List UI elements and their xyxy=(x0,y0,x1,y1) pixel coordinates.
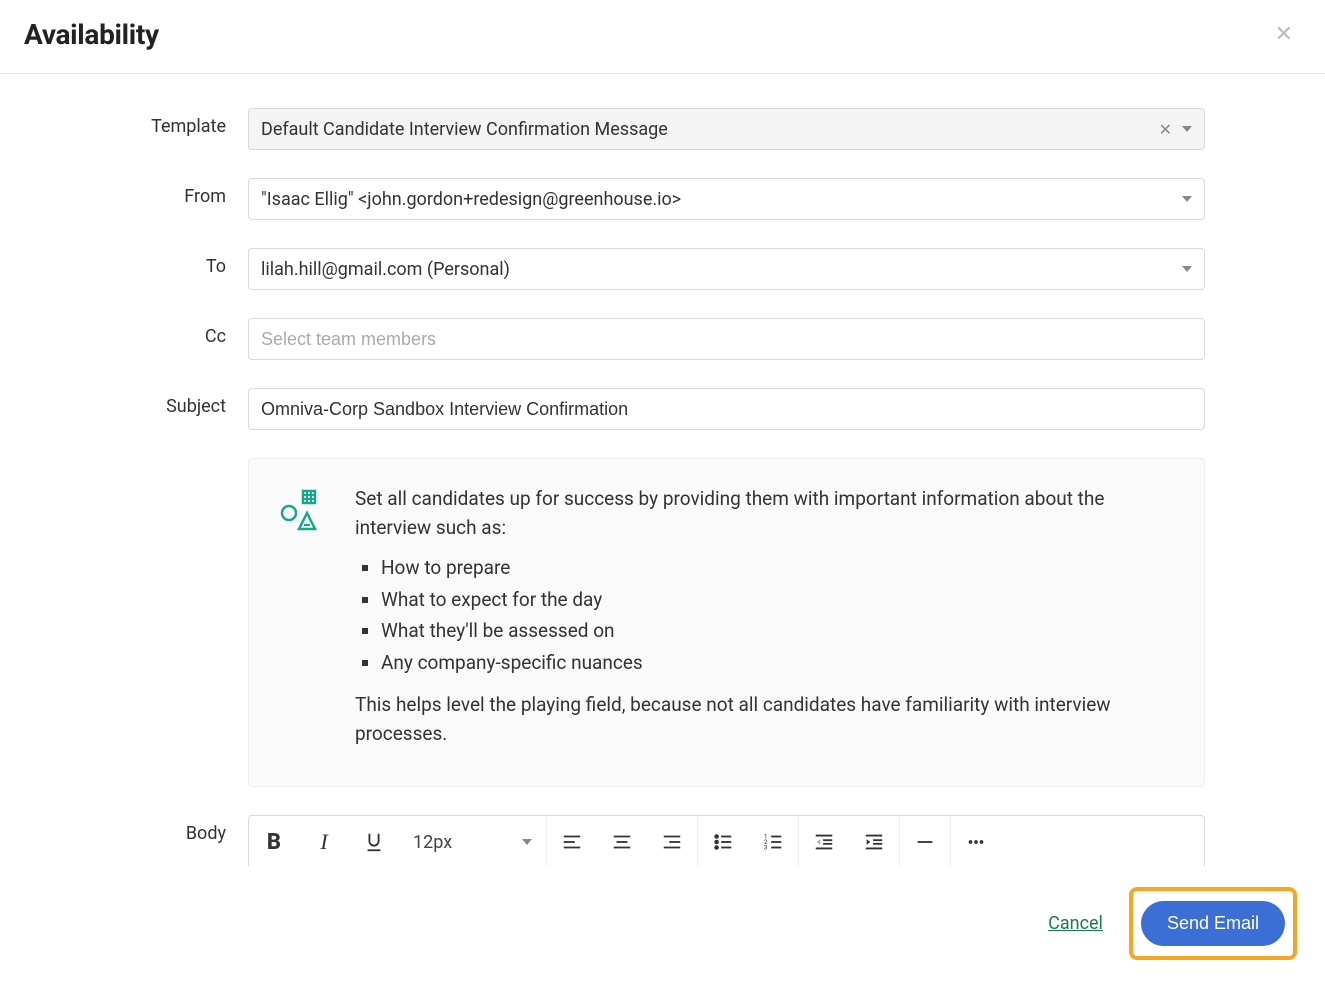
more-options-button[interactable] xyxy=(951,816,1001,866)
send-email-button[interactable]: Send Email xyxy=(1141,901,1285,946)
body-row: Body B I 12px xyxy=(120,815,1205,866)
tip-intro: Set all candidates up for success by pro… xyxy=(355,485,1176,542)
align-right-button[interactable] xyxy=(647,816,697,866)
subject-row: Subject xyxy=(120,388,1205,430)
cc-row: Cc xyxy=(120,318,1205,360)
tip-bullet: How to prepare xyxy=(381,554,1176,583)
template-select[interactable]: Default Candidate Interview Confirmation… xyxy=(248,108,1205,150)
from-row: From "Isaac Ellig" <john.gordon+redesign… xyxy=(120,178,1205,220)
chevron-down-icon xyxy=(522,839,532,845)
cc-label: Cc xyxy=(120,318,226,347)
underline-button[interactable] xyxy=(349,816,399,866)
template-value: Default Candidate Interview Confirmation… xyxy=(261,119,1151,140)
modal-header: Availability ✕ xyxy=(0,0,1325,74)
chevron-down-icon[interactable] xyxy=(1182,196,1192,202)
rte-toolbar: B I 12px xyxy=(248,815,1205,866)
from-label: From xyxy=(120,178,226,207)
clear-icon[interactable]: ✕ xyxy=(1159,120,1172,139)
subject-input[interactable] xyxy=(248,388,1205,430)
close-icon[interactable]: ✕ xyxy=(1267,18,1301,51)
tip-text: Set all candidates up for success by pro… xyxy=(355,485,1176,760)
tip-bullets: How to prepare What to expect for the da… xyxy=(355,554,1176,677)
font-size-select[interactable]: 12px xyxy=(399,816,546,866)
chevron-down-icon[interactable] xyxy=(1182,266,1192,272)
tip-outro: This helps level the playing field, beca… xyxy=(355,691,1176,748)
modal-title: Availability xyxy=(24,18,159,51)
tip-bullet: What they'll be assessed on xyxy=(381,617,1176,646)
subject-label: Subject xyxy=(120,388,226,417)
italic-button[interactable]: I xyxy=(299,816,349,866)
to-label: To xyxy=(120,248,226,277)
align-left-button[interactable] xyxy=(547,816,597,866)
cancel-button[interactable]: Cancel xyxy=(1038,905,1113,942)
from-select[interactable]: "Isaac Ellig" <john.gordon+redesign@gree… xyxy=(248,178,1205,220)
cc-input[interactable] xyxy=(248,318,1205,360)
to-select[interactable]: lilah.hill@gmail.com (Personal) xyxy=(248,248,1205,290)
send-highlight-box: Send Email xyxy=(1129,887,1297,960)
outdent-button[interactable] xyxy=(799,816,849,866)
align-center-button[interactable] xyxy=(597,816,647,866)
tip-box: Set all candidates up for success by pro… xyxy=(248,458,1205,787)
tip-bullet: Any company-specific nuances xyxy=(381,649,1176,678)
shapes-icon xyxy=(277,485,325,760)
template-label: Template xyxy=(120,108,226,137)
bold-button[interactable]: B xyxy=(249,816,299,866)
tip-row: Set all candidates up for success by pro… xyxy=(120,458,1205,787)
chevron-down-icon[interactable] xyxy=(1182,126,1192,132)
from-value: "Isaac Ellig" <john.gordon+redesign@gree… xyxy=(261,189,1174,210)
form-scroll-area[interactable]: Template Default Candidate Interview Con… xyxy=(0,72,1325,866)
to-row: To lilah.hill@gmail.com (Personal) xyxy=(120,248,1205,290)
modal-footer: Cancel Send Email xyxy=(0,866,1325,981)
tip-bullet: What to expect for the day xyxy=(381,586,1176,615)
horizontal-rule-button[interactable] xyxy=(900,816,950,866)
font-size-value: 12px xyxy=(413,832,452,853)
template-row: Template Default Candidate Interview Con… xyxy=(120,108,1205,150)
svg-text:3: 3 xyxy=(764,843,768,851)
to-value: lilah.hill@gmail.com (Personal) xyxy=(261,259,1174,280)
body-label: Body xyxy=(120,815,226,844)
indent-button[interactable] xyxy=(849,816,899,866)
bullet-list-button[interactable] xyxy=(698,816,748,866)
numbered-list-button[interactable]: 123 xyxy=(748,816,798,866)
